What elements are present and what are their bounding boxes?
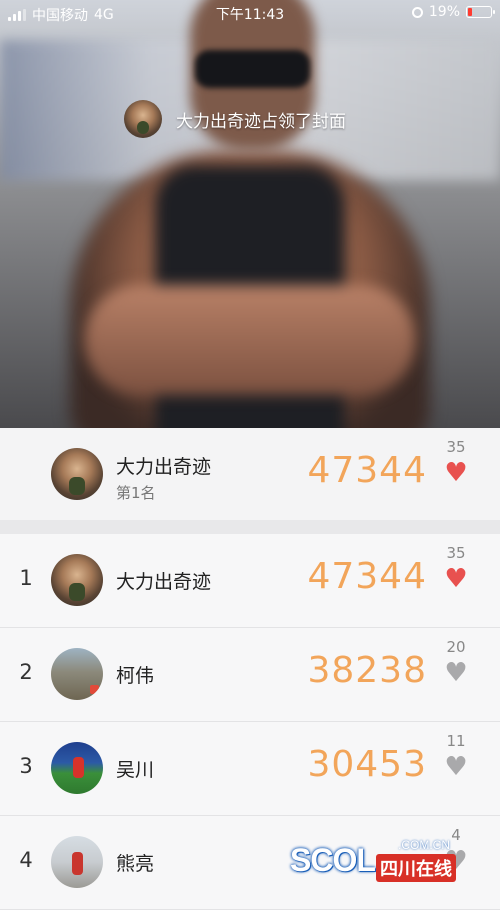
heart-icon[interactable]: ♥ (436, 660, 476, 686)
like-control[interactable]: 20 ♥ (436, 638, 476, 686)
scol-tagline: 四川在线 (376, 854, 456, 882)
status-bar: 中国移动 4G 下午11:43 19% (0, 0, 500, 28)
cover-crossed-arms (85, 285, 415, 395)
like-control[interactable]: 35 ♥ (436, 544, 476, 592)
scol-logo: SCOL (290, 842, 376, 878)
battery-icon (466, 6, 495, 18)
cover-sunglasses (195, 50, 310, 88)
cover-caption: 大力出奇迹占领了封面 (124, 100, 346, 138)
like-count: 11 (446, 732, 466, 750)
user-name: 熊亮 (116, 853, 155, 875)
user-name: 大力出奇迹 (116, 571, 212, 593)
heart-icon[interactable]: ♥ (436, 754, 476, 780)
user-name: 吴川 (116, 759, 155, 781)
like-count: 35 (446, 544, 466, 562)
cover-caption-text: 大力出奇迹占领了封面 (176, 111, 346, 132)
user-name: 柯伟 (116, 665, 155, 687)
user-score: 30453 (307, 744, 427, 785)
user-avatar[interactable] (51, 554, 103, 606)
user-avatar[interactable] (51, 836, 103, 888)
rank-number: 4 (19, 848, 33, 872)
rank-number: 3 (19, 754, 33, 778)
user-score: 38238 (307, 650, 427, 691)
scol-domain: .COM.CN (398, 838, 450, 852)
featured-entry[interactable]: 大力出奇迹 第1名 47344 35 ♥ (0, 428, 500, 521)
like-control[interactable]: 11 ♥ (436, 732, 476, 780)
featured-likes[interactable]: 35 ♥ (436, 438, 476, 486)
user-avatar[interactable] (51, 648, 103, 700)
user-score: 47344 (307, 556, 427, 597)
featured-score: 47344 (307, 450, 427, 491)
rotation-lock-icon (411, 6, 423, 18)
featured-like-count: 35 (446, 438, 466, 456)
cover-owner-avatar[interactable] (124, 100, 162, 138)
scol-watermark: SCOL .COM.CN 四川在线 (290, 838, 490, 882)
leaderboard-row[interactable]: 1 大力出奇迹 47344 35 ♥ (0, 534, 500, 628)
leaderboard-row[interactable]: 2 柯伟 38238 20 ♥ (0, 628, 500, 722)
featured-name: 大力出奇迹 (116, 456, 212, 478)
featured-rank-label: 第1名 (116, 484, 156, 502)
heart-icon[interactable]: ♥ (436, 566, 476, 592)
rank-number: 2 (19, 660, 33, 684)
cover-photo: 大力出奇迹占领了封面 (0, 0, 500, 428)
heart-icon[interactable]: ♥ (436, 460, 476, 486)
user-avatar[interactable] (51, 742, 103, 794)
like-count: 20 (446, 638, 466, 656)
featured-avatar[interactable] (51, 448, 103, 500)
rank-number: 1 (19, 566, 33, 590)
battery-percent: 19% (428, 4, 460, 20)
section-divider (0, 520, 500, 534)
leaderboard-row[interactable]: 3 吴川 30453 11 ♥ (0, 722, 500, 816)
